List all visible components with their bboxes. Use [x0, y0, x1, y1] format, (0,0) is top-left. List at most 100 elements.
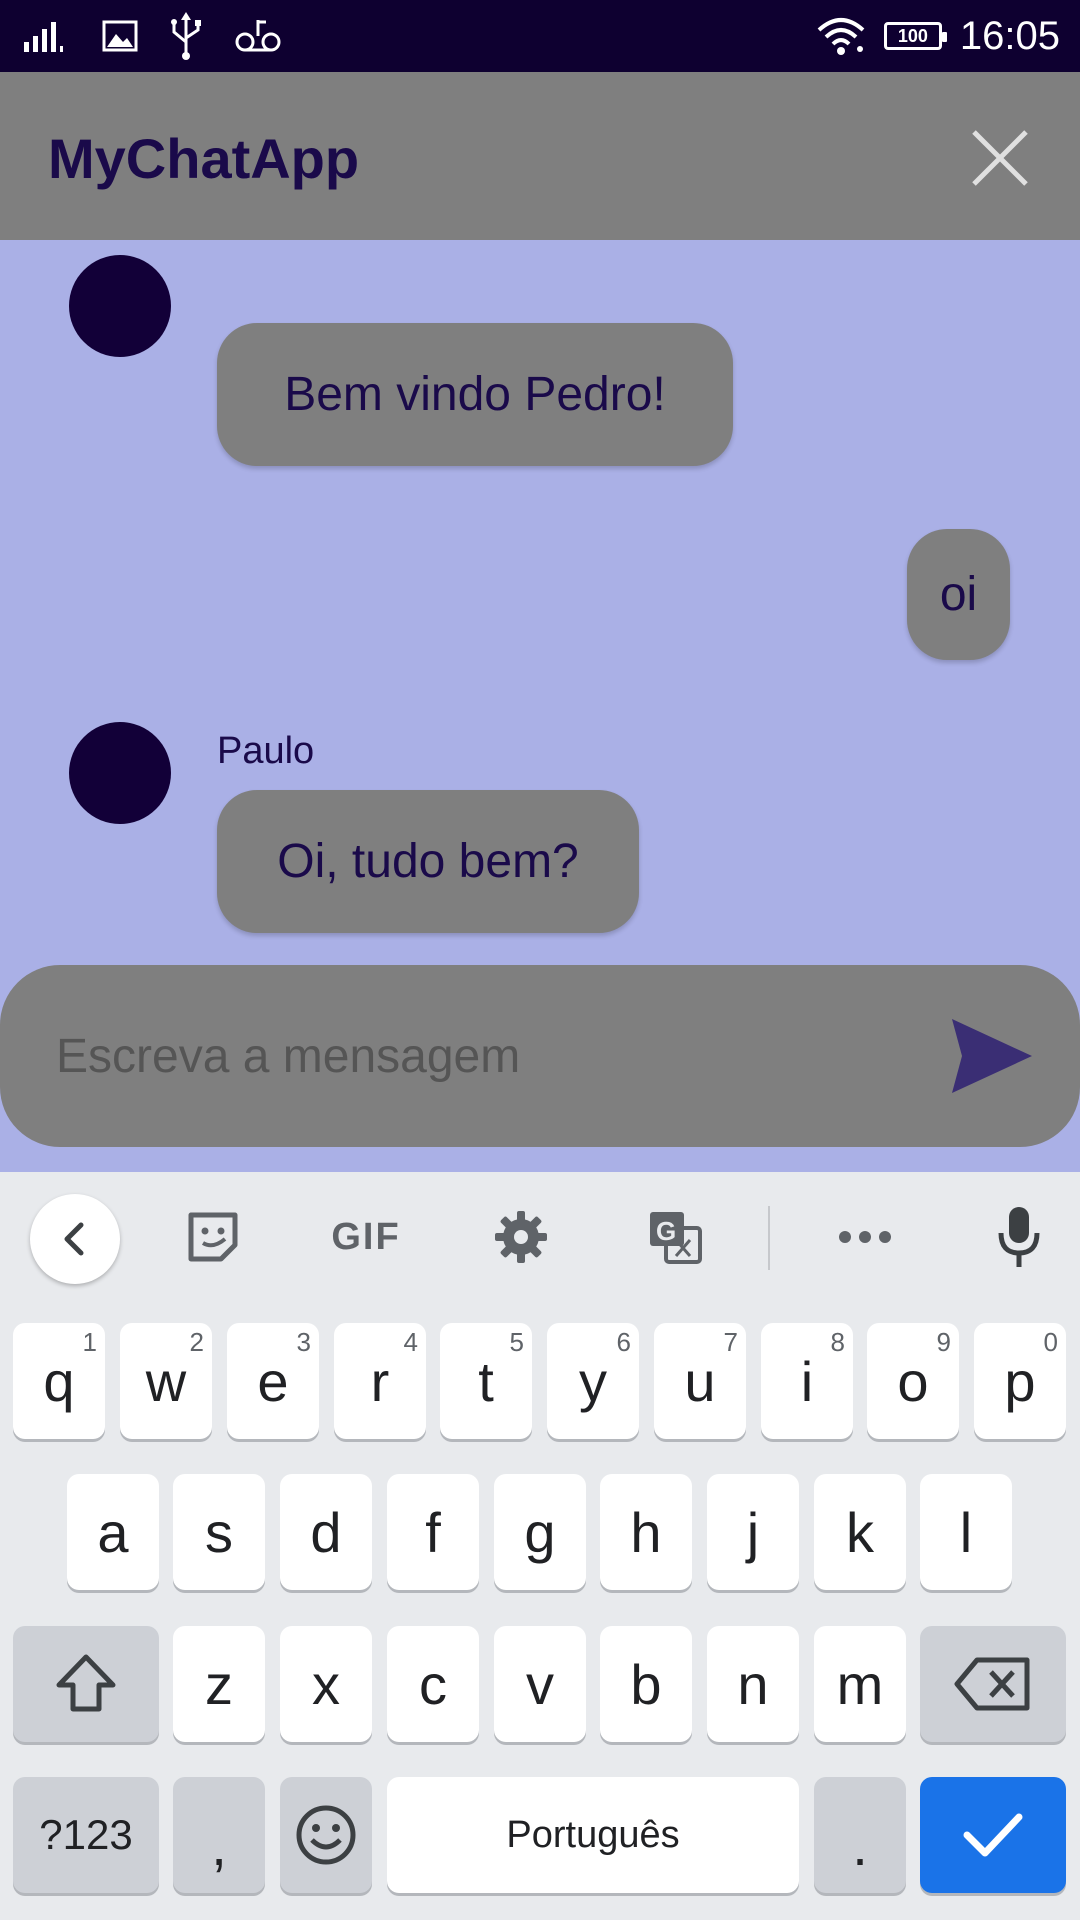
keyboard: GIF G q 1 w 2 e 3 r 4 t 5 y 6 u 7 i 8 o …	[0, 1172, 1080, 1920]
key-x[interactable]: x	[280, 1626, 372, 1742]
key-label: b	[630, 1652, 662, 1716]
key-label: .	[852, 1813, 868, 1877]
message-input[interactable]	[54, 1015, 898, 1097]
shift-key[interactable]	[13, 1626, 159, 1742]
key-label: w	[145, 1349, 187, 1413]
key-y[interactable]: y6	[547, 1323, 639, 1439]
key-m[interactable]: m	[814, 1626, 906, 1742]
key-c[interactable]: c	[387, 1626, 479, 1742]
key-hint: 9	[936, 1327, 951, 1357]
key-d[interactable]: d	[280, 1474, 372, 1590]
period-key[interactable]: .	[814, 1777, 906, 1893]
key-label: q	[43, 1349, 75, 1413]
key-label: c	[419, 1652, 447, 1716]
key-j[interactable]: j	[707, 1474, 799, 1590]
key-label: f	[425, 1500, 441, 1564]
toolbar-divider	[768, 1206, 770, 1270]
key-label: ?123	[39, 1811, 133, 1858]
key-label: s	[205, 1500, 233, 1564]
key-label: h	[630, 1500, 662, 1564]
key-label: d	[310, 1500, 342, 1564]
key-r[interactable]: r4	[334, 1323, 426, 1439]
key-hint: 0	[1043, 1327, 1058, 1357]
key-s[interactable]: s	[173, 1474, 265, 1590]
shift-icon	[56, 1654, 116, 1712]
key-label: Português	[506, 1813, 680, 1856]
enter-key[interactable]	[920, 1777, 1066, 1893]
key-label: n	[737, 1652, 769, 1716]
key-label: r	[370, 1349, 390, 1413]
key-label: u	[684, 1349, 716, 1413]
translate-button[interactable]: G	[640, 1202, 710, 1272]
key-u[interactable]: u7	[654, 1323, 746, 1439]
sticker-button[interactable]	[178, 1202, 248, 1272]
comma-key[interactable]: ,	[173, 1777, 265, 1893]
key-label: a	[97, 1500, 129, 1564]
microphone-icon	[998, 1207, 1040, 1267]
gif-button[interactable]: GIF	[326, 1202, 406, 1272]
send-icon[interactable]	[950, 1017, 1034, 1095]
key-label: z	[205, 1652, 233, 1716]
key-n[interactable]: n	[707, 1626, 799, 1742]
sticker-icon	[188, 1212, 238, 1262]
key-o[interactable]: o9	[867, 1323, 959, 1439]
key-hint: 8	[830, 1327, 845, 1357]
key-h[interactable]: h	[600, 1474, 692, 1590]
key-z[interactable]: z	[173, 1626, 265, 1742]
symbols-key[interactable]: ?123	[13, 1777, 159, 1893]
key-a[interactable]: a	[67, 1474, 159, 1590]
toolbar-back-button[interactable]	[30, 1194, 120, 1284]
sender-name: Paulo	[217, 730, 315, 772]
app-title: MyChatApp	[48, 127, 360, 190]
key-v[interactable]: v	[494, 1626, 586, 1742]
image-icon	[102, 20, 138, 52]
key-label: m	[836, 1652, 884, 1716]
space-key[interactable]: Português	[387, 1777, 799, 1893]
chevron-left-icon	[64, 1222, 84, 1256]
app-bar: MyChatApp	[0, 72, 1080, 240]
voice-input-button[interactable]	[984, 1202, 1054, 1272]
key-hint: 4	[403, 1327, 418, 1357]
emoji-key[interactable]	[280, 1777, 372, 1893]
key-p[interactable]: p0	[974, 1323, 1066, 1439]
key-w[interactable]: w2	[120, 1323, 212, 1439]
settings-button[interactable]	[486, 1202, 556, 1272]
more-options-button[interactable]	[830, 1202, 900, 1272]
close-icon[interactable]	[964, 122, 1036, 194]
usb-icon	[171, 12, 201, 60]
key-label: e	[257, 1349, 289, 1413]
key-f[interactable]: f	[387, 1474, 479, 1590]
gear-icon	[495, 1211, 547, 1263]
message-bubble-received: Oi, tudo bem?	[217, 790, 639, 933]
voicemail-icon	[235, 20, 281, 52]
message-bubble-received: Bem vindo Pedro!	[217, 323, 733, 466]
key-l[interactable]: l	[920, 1474, 1012, 1590]
backspace-key[interactable]	[920, 1626, 1066, 1742]
key-q[interactable]: q1	[13, 1323, 105, 1439]
smiley-icon	[296, 1805, 356, 1865]
key-hint: 5	[509, 1327, 524, 1357]
key-label: v	[526, 1652, 554, 1716]
key-label: p	[1004, 1349, 1036, 1413]
battery-icon: 100	[883, 22, 947, 50]
keyboard-toolbar: GIF G	[0, 1172, 1080, 1304]
key-e[interactable]: e3	[227, 1323, 319, 1439]
key-label: k	[846, 1500, 874, 1564]
key-t[interactable]: t5	[440, 1323, 532, 1439]
wifi-icon	[817, 18, 865, 55]
key-hint: 7	[723, 1327, 738, 1357]
key-hint: 6	[616, 1327, 631, 1357]
key-hint: 2	[189, 1327, 204, 1357]
avatar	[69, 722, 171, 824]
translate-icon: G	[650, 1212, 702, 1264]
key-i[interactable]: i8	[761, 1323, 853, 1439]
signal-icon	[24, 22, 63, 52]
key-k[interactable]: k	[814, 1474, 906, 1590]
key-label: g	[524, 1500, 556, 1564]
key-b[interactable]: b	[600, 1626, 692, 1742]
status-time: 16:05	[959, 13, 1060, 58]
key-label: y	[579, 1349, 607, 1413]
key-label: i	[800, 1349, 814, 1413]
key-g[interactable]: g	[494, 1474, 586, 1590]
key-label: x	[312, 1652, 340, 1716]
